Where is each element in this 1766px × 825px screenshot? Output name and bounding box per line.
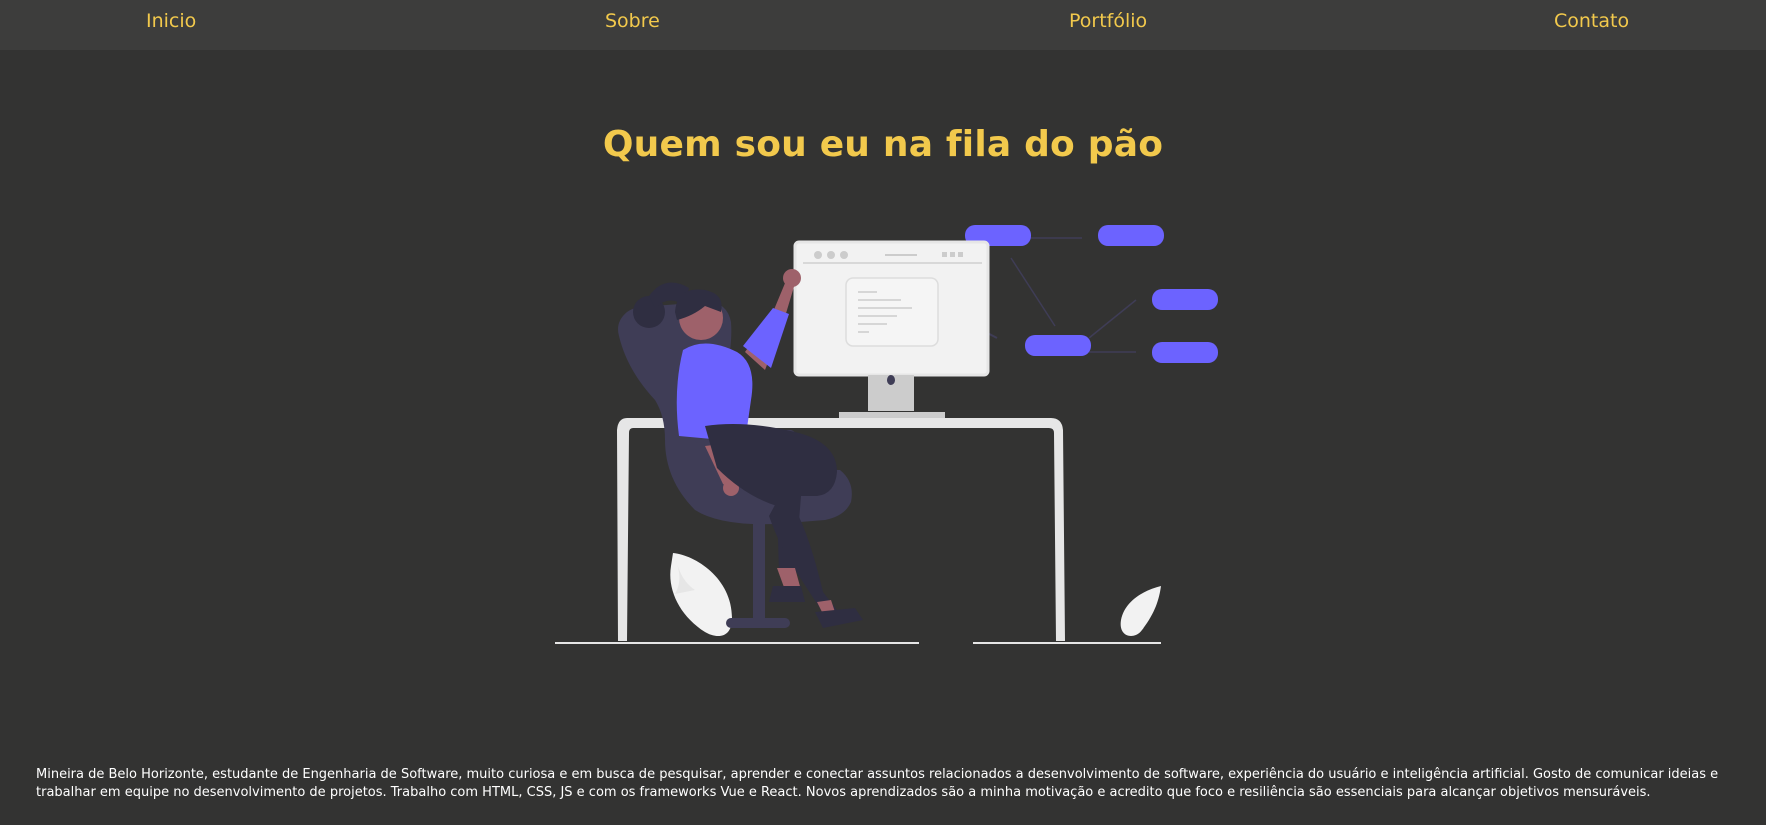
top-navbar: Inicio Sobre Portfólio Contato: [0, 0, 1766, 50]
nav-link-contato[interactable]: Contato: [1554, 10, 1629, 32]
nav-link-inicio[interactable]: Inicio: [146, 10, 196, 32]
woman-at-desk-illustration: [555, 225, 1218, 644]
nav-link-portfolio[interactable]: Portfólio: [1069, 10, 1147, 32]
nav-link-sobre[interactable]: Sobre: [605, 10, 660, 32]
page-title: Quem sou eu na fila do pão: [602, 124, 1164, 165]
about-paragraph: Mineira de Belo Horizonte, estudante de …: [36, 767, 1719, 800]
